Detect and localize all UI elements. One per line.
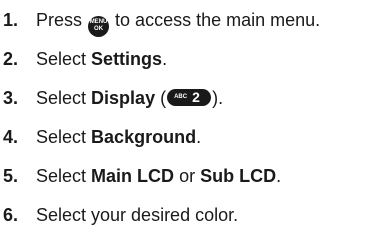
step-text: Select Settings.: [36, 45, 167, 73]
step-prefix: Press: [36, 10, 83, 30]
step-number: 6.: [3, 205, 19, 225]
menu-item-settings: Settings: [91, 49, 163, 69]
instruction-step-1: 1. Press MENU OK to access the main menu.: [0, 6, 373, 37]
step-text: Select your desired color.: [36, 205, 239, 225]
instruction-step-3: 3. Select Display ( ABC 2).: [0, 84, 373, 112]
menu-item-display: Display: [91, 88, 156, 108]
step-number: 4.: [3, 127, 19, 147]
instruction-step-5: 5. Select Main LCD or Sub LCD.: [0, 162, 373, 190]
step-text: Select Background.: [36, 123, 201, 151]
step-suffix: .: [196, 127, 202, 147]
menu-item-main-lcd: Main LCD: [91, 166, 175, 186]
step-middle: or: [179, 166, 196, 186]
open-paren: (: [160, 88, 167, 108]
step-text: Select Display ( ABC 2).: [36, 84, 223, 112]
instruction-step-6: 6. Select your desired color.: [0, 201, 373, 229]
abc-key-number: 2: [192, 89, 200, 105]
step-prefix: Select: [36, 88, 87, 108]
step-suffix: .: [162, 49, 168, 69]
instruction-step-4: 4. Select Background.: [0, 123, 373, 151]
step-suffix: .: [276, 166, 282, 186]
step-prefix: Select: [36, 166, 87, 186]
ok-key-label: OK: [94, 26, 104, 32]
step-prefix: Select: [36, 127, 87, 147]
menu-item-sub-lcd: Sub LCD: [200, 166, 277, 186]
instruction-step-2: 2. Select Settings.: [0, 45, 373, 73]
step-number: 2.: [3, 49, 19, 69]
close-paren: ).: [212, 88, 224, 108]
menu-key-label: MENU: [89, 19, 108, 25]
step-number: 1.: [3, 10, 19, 30]
step-number: 5.: [3, 166, 19, 186]
step-text: Select Main LCD or Sub LCD.: [36, 162, 281, 190]
step-prefix: Select: [36, 49, 87, 69]
step-text: Press MENU OK to access the main menu.: [36, 6, 320, 37]
abc-2-key-icon: ABC 2: [167, 89, 212, 106]
step-number: 3.: [3, 88, 19, 108]
abc-key-letters: ABC: [174, 94, 188, 100]
menu-ok-key-icon: MENU OK: [88, 16, 110, 37]
step-suffix: to access the main menu.: [115, 10, 321, 30]
menu-item-background: Background: [91, 127, 197, 147]
